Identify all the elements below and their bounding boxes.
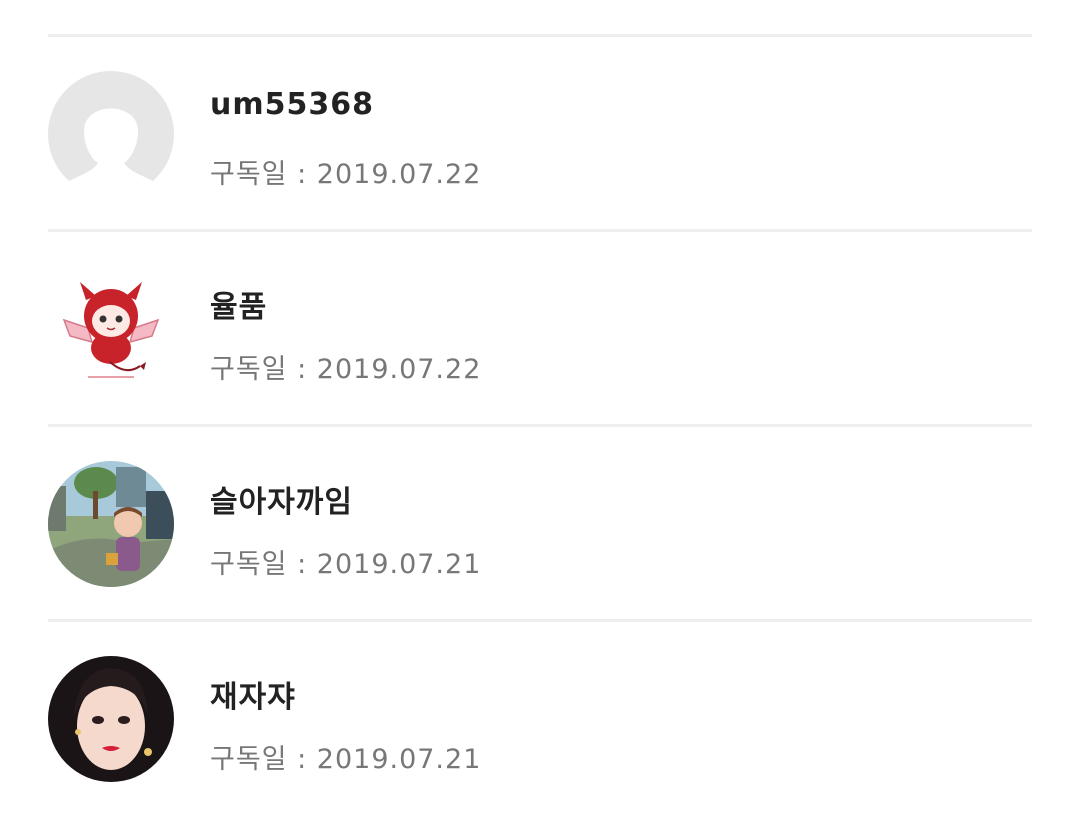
subscriber-name[interactable]: 재자쟈 (210, 672, 296, 716)
red-devil-avatar-icon[interactable] (48, 266, 174, 392)
subscription-date: 구독일 : 2019.07.22 (210, 354, 482, 385)
subscriber-row[interactable]: 재자쟈 구독일 : 2019.07.21 (48, 622, 1032, 814)
subscription-date: 구독일 : 2019.07.21 (210, 744, 482, 775)
cartoon-park-avatar-icon[interactable] (48, 461, 174, 587)
subscriber-name[interactable]: 슬아자까임 (210, 477, 353, 521)
subscription-date: 구독일 : 2019.07.21 (210, 549, 482, 580)
subscription-date: 구독일 : 2019.07.22 (210, 159, 482, 190)
portrait-avatar-icon[interactable] (48, 656, 174, 782)
default-profile-icon[interactable] (48, 71, 174, 197)
subscriber-row[interactable]: 슬아자까임 구독일 : 2019.07.21 (48, 427, 1032, 619)
subscriber-row[interactable]: um55368 구독일 : 2019.07.22 (48, 37, 1032, 229)
subscriber-name[interactable]: 율품 (210, 282, 267, 326)
subscriber-name[interactable]: um55368 (210, 87, 374, 122)
subscriber-row[interactable]: 율품 구독일 : 2019.07.22 (48, 232, 1032, 424)
